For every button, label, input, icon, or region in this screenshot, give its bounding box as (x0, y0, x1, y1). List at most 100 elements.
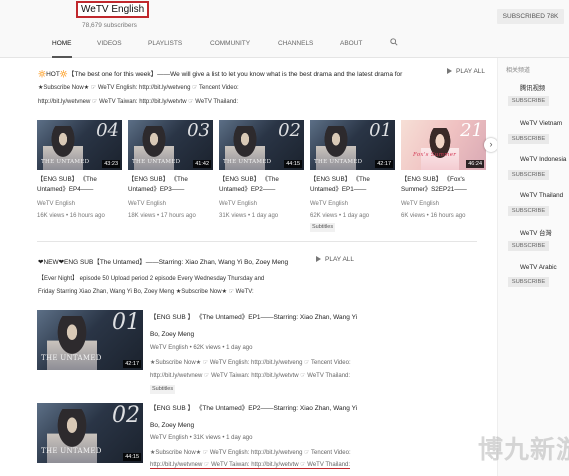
show-logo: Fox's Summer (413, 152, 457, 158)
subscribe-button[interactable]: SUBSCRIBE (508, 277, 549, 287)
video-thumbnail[interactable]: 02 THE UNTAMED 44:15 (219, 120, 304, 170)
related-channel-name[interactable]: WeTV Vietnam (520, 120, 562, 127)
video-title[interactable]: Untamed》EP4—— (37, 185, 93, 195)
chevron-right-icon: › (489, 139, 493, 149)
related-channel-name[interactable]: WeTV Indonesia (520, 156, 566, 163)
video-title[interactable]: Untamed》EP1—— (310, 185, 366, 195)
tab-home[interactable]: HOME (52, 38, 72, 58)
related-channel-name[interactable]: WeTV Thailand (520, 192, 563, 199)
video-title[interactable]: Untamed》EP2—— (219, 185, 275, 195)
subscribe-button[interactable]: SUBSCRIBE (508, 134, 549, 144)
video-description: http://bit.ly/wetvnew ☞ WeTV Taiwan: htt… (150, 462, 351, 469)
video-stats: 62K views • 1 day ago (310, 213, 370, 219)
video-channel[interactable]: WeTV English (128, 201, 166, 207)
video-duration: 42:17 (123, 360, 141, 368)
video-title[interactable]: 【ENG SUB】 《Fox's (401, 175, 465, 185)
section-description: 【Ever Night】 episode 50 Upload period 2 … (38, 276, 265, 282)
video-stats: 6K views • 16 hours ago (401, 213, 466, 219)
section-description: ★Subscribe Now★ ☞ WeTV English: http://b… (38, 85, 239, 91)
tab-channels[interactable]: CHANNELS (278, 38, 313, 58)
subscribe-button[interactable]: SUBSCRIBE (508, 96, 549, 106)
video-description: http://bit.ly/wetvnew ☞ WeTV Taiwan: htt… (150, 373, 351, 379)
section-divider (37, 241, 477, 242)
episode-number: 03 (187, 120, 210, 141)
video-title[interactable]: Untamed》EP3—— (128, 185, 184, 195)
video-title[interactable]: 【ENG SUB 】 《The Untamed》EP2——Starring: X… (150, 404, 357, 414)
video-description: ★Subscribe Now★ ☞ WeTV English: http://b… (150, 450, 351, 456)
video-thumbnail[interactable]: 01 THE UNTAMED 42:17 (37, 310, 143, 370)
video-title[interactable]: 【ENG SUB】 《The (37, 175, 97, 185)
video-duration: 42:17 (375, 160, 393, 168)
subscriber-count: 78,679 subscribers (82, 22, 137, 29)
subtitles-badge: Subtitles (310, 223, 336, 232)
video-duration: 44:15 (123, 453, 141, 461)
episode-number: 04 (96, 120, 119, 141)
channel-header: WeTV English 78,679 subscribers SUBSCRIB… (0, 0, 569, 58)
sidebar-heading: 相关频道 (506, 68, 531, 74)
play-icon (447, 68, 452, 74)
video-channel[interactable]: WeTV English (401, 201, 439, 207)
video-thumbnail[interactable]: 02 THE UNTAMED 44:15 (37, 403, 143, 463)
related-channel-name[interactable]: WeTV 台灣 (520, 228, 552, 237)
subscribe-button[interactable]: SUBSCRIBE (508, 241, 549, 251)
play-all-button[interactable]: PLAY ALL (316, 256, 354, 263)
video-stats: 31K views • 1 day ago (219, 213, 279, 219)
tab-about[interactable]: ABOUT (340, 38, 362, 58)
tab-videos[interactable]: VIDEOS (97, 38, 122, 58)
show-logo: THE UNTAMED (223, 159, 272, 165)
play-icon (316, 256, 321, 262)
episode-number: 02 (278, 120, 301, 141)
video-thumbnail[interactable]: 01 THE UNTAMED 42:17 (310, 120, 395, 170)
video-title[interactable]: Bo, Zoey Meng (150, 330, 194, 340)
show-logo: THE UNTAMED (41, 447, 102, 455)
show-logo: THE UNTAMED (41, 159, 90, 165)
related-channel-name[interactable]: 腾讯视频 (520, 83, 545, 92)
video-title[interactable]: 【ENG SUB 】 《The Untamed》EP1——Starring: X… (150, 313, 357, 323)
subscribe-button[interactable]: SUBSCRIBED 78K (497, 9, 564, 24)
video-title[interactable]: 【ENG SUB】 《The (128, 175, 188, 185)
section-description: Friday Starring Xiao Zhan, Wang Yi Bo, Z… (38, 289, 254, 295)
video-stats: WeTV English • 62K views • 1 day ago (150, 345, 253, 351)
carousel-next-button[interactable]: › (484, 138, 498, 152)
section-description: http://bit.ly/wetvnew ☞ WeTV Taiwan: htt… (38, 99, 239, 105)
tab-playlists[interactable]: PLAYLISTS (148, 38, 182, 58)
video-duration: 44:15 (284, 160, 302, 168)
show-logo: THE UNTAMED (314, 159, 363, 165)
subscribe-button[interactable]: SUBSCRIBE (508, 170, 549, 180)
video-duration: 46:24 (466, 160, 484, 168)
episode-number: 01 (369, 120, 392, 141)
episode-number: 21 (460, 120, 483, 141)
video-stats: 18K views • 17 hours ago (128, 213, 196, 219)
channel-title: WeTV English (81, 4, 145, 15)
show-logo: THE UNTAMED (132, 159, 181, 165)
video-title[interactable]: 【ENG SUB】 《The (219, 175, 279, 185)
section-title-new[interactable]: ❤NEW❤ENG SUB【The Untamed】——Starring: Xia… (38, 256, 288, 266)
video-channel[interactable]: WeTV English (37, 201, 75, 207)
video-title[interactable]: 【ENG SUB】 《The (310, 175, 370, 185)
play-all-label: PLAY ALL (325, 256, 355, 263)
tab-community[interactable]: COMMUNITY (210, 38, 250, 58)
show-logo: THE UNTAMED (41, 354, 102, 362)
video-channel[interactable]: WeTV English (219, 201, 257, 207)
video-stats: WeTV English • 31K views • 1 day ago (150, 435, 253, 441)
episode-number: 02 (112, 403, 140, 428)
section-title-hot[interactable]: 🔆HOT🔆【The best one for this week】——We wi… (38, 68, 438, 78)
subtitles-badge: Subtitles (150, 385, 176, 394)
episode-number: 01 (112, 310, 140, 335)
video-title[interactable]: Summer》S2EP21—— (401, 185, 467, 195)
related-channel-name[interactable]: WeTV Arabic (520, 264, 557, 271)
search-icon[interactable] (390, 38, 398, 46)
video-description: ★Subscribe Now★ ☞ WeTV English: http://b… (150, 360, 351, 366)
subscribe-button[interactable]: SUBSCRIBE (508, 206, 549, 216)
video-thumbnail[interactable]: 03 THE UNTAMED 41:42 (128, 120, 213, 170)
thumbnail-figure (421, 128, 459, 170)
video-duration: 43:23 (102, 160, 120, 168)
related-channels-sidebar: 相关频道 腾讯视频 SUBSCRIBE WeTV Vietnam SUBSCRI… (497, 58, 569, 476)
play-all-button[interactable]: PLAY ALL (447, 68, 485, 75)
channel-title-box: WeTV English (76, 1, 149, 18)
video-channel[interactable]: WeTV English (310, 201, 348, 207)
video-thumbnail[interactable]: 21 Fox's Summer 46:24 (401, 120, 486, 170)
video-thumbnail[interactable]: 04 THE UNTAMED 43:23 (37, 120, 122, 170)
video-title[interactable]: Bo, Zoey Meng (150, 421, 194, 431)
play-all-label: PLAY ALL (456, 68, 486, 75)
